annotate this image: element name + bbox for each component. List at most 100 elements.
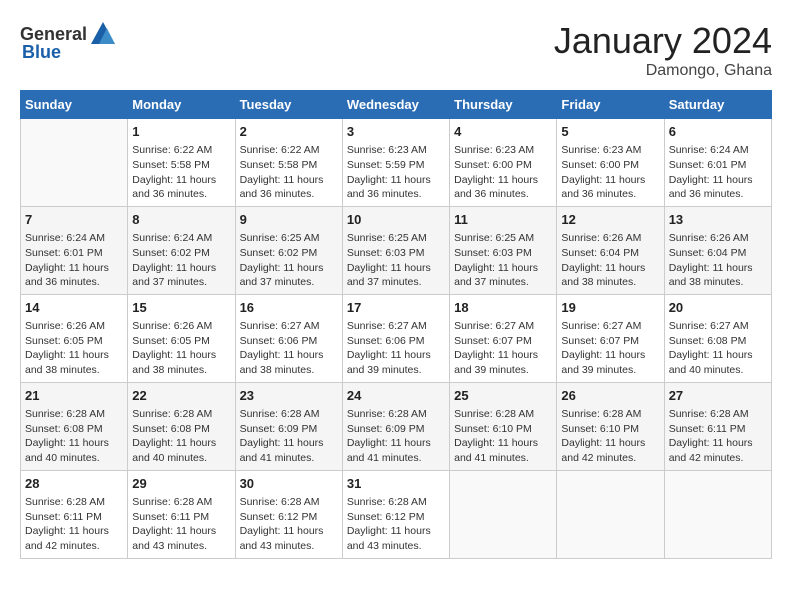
title-block: January 2024 Damongo, Ghana — [554, 20, 772, 80]
day-info: Sunrise: 6:22 AM Sunset: 5:58 PM Dayligh… — [240, 143, 338, 202]
calendar-cell: 13 Sunrise: 6:26 AM Sunset: 6:04 PM Dayli… — [664, 206, 771, 294]
col-header-monday: Monday — [128, 91, 235, 119]
col-header-thursday: Thursday — [450, 91, 557, 119]
day-number: 8 — [132, 211, 230, 229]
day-number: 19 — [561, 299, 659, 317]
calendar-cell: 18 Sunrise: 6:27 AM Sunset: 6:07 PM Dayli… — [450, 294, 557, 382]
day-info: Sunrise: 6:28 AM Sunset: 6:08 PM Dayligh… — [25, 407, 123, 466]
day-number: 9 — [240, 211, 338, 229]
day-number: 31 — [347, 475, 445, 493]
day-info: Sunrise: 6:28 AM Sunset: 6:10 PM Dayligh… — [561, 407, 659, 466]
day-info: Sunrise: 6:26 AM Sunset: 6:05 PM Dayligh… — [25, 319, 123, 378]
location-title: Damongo, Ghana — [554, 62, 772, 80]
day-info: Sunrise: 6:22 AM Sunset: 5:58 PM Dayligh… — [132, 143, 230, 202]
calendar-cell: 1 Sunrise: 6:22 AM Sunset: 5:58 PM Daylig… — [128, 119, 235, 207]
week-row-4: 21 Sunrise: 6:28 AM Sunset: 6:08 PM Dayli… — [21, 382, 772, 470]
calendar-cell: 8 Sunrise: 6:24 AM Sunset: 6:02 PM Daylig… — [128, 206, 235, 294]
day-number: 16 — [240, 299, 338, 317]
day-info: Sunrise: 6:28 AM Sunset: 6:11 PM Dayligh… — [669, 407, 767, 466]
day-info: Sunrise: 6:23 AM Sunset: 5:59 PM Dayligh… — [347, 143, 445, 202]
calendar-cell: 6 Sunrise: 6:24 AM Sunset: 6:01 PM Daylig… — [664, 119, 771, 207]
day-number: 22 — [132, 387, 230, 405]
day-number: 27 — [669, 387, 767, 405]
day-number: 12 — [561, 211, 659, 229]
calendar-cell: 17 Sunrise: 6:27 AM Sunset: 6:06 PM Dayli… — [342, 294, 449, 382]
logo-blue: Blue — [22, 42, 61, 63]
day-number: 13 — [669, 211, 767, 229]
day-info: Sunrise: 6:27 AM Sunset: 6:08 PM Dayligh… — [669, 319, 767, 378]
col-header-sunday: Sunday — [21, 91, 128, 119]
week-row-1: 1 Sunrise: 6:22 AM Sunset: 5:58 PM Daylig… — [21, 119, 772, 207]
calendar-cell: 29 Sunrise: 6:28 AM Sunset: 6:11 PM Dayli… — [128, 470, 235, 558]
calendar-cell: 20 Sunrise: 6:27 AM Sunset: 6:08 PM Dayli… — [664, 294, 771, 382]
day-number: 11 — [454, 211, 552, 229]
calendar-cell: 11 Sunrise: 6:25 AM Sunset: 6:03 PM Dayli… — [450, 206, 557, 294]
calendar-cell: 31 Sunrise: 6:28 AM Sunset: 6:12 PM Dayli… — [342, 470, 449, 558]
calendar-cell: 23 Sunrise: 6:28 AM Sunset: 6:09 PM Dayli… — [235, 382, 342, 470]
day-number: 28 — [25, 475, 123, 493]
day-number: 25 — [454, 387, 552, 405]
logo-icon — [89, 20, 117, 48]
calendar-cell: 10Sunrise: 6:25 AM Sunset: 6:03 PM Dayli… — [342, 206, 449, 294]
day-info: Sunrise: 6:28 AM Sunset: 6:12 PM Dayligh… — [347, 495, 445, 554]
day-number: 23 — [240, 387, 338, 405]
calendar-table: SundayMondayTuesdayWednesdayThursdayFrid… — [20, 90, 772, 559]
day-number: 20 — [669, 299, 767, 317]
day-info: Sunrise: 6:24 AM Sunset: 6:01 PM Dayligh… — [669, 143, 767, 202]
day-number: 29 — [132, 475, 230, 493]
calendar-cell: 12 Sunrise: 6:26 AM Sunset: 6:04 PM Dayli… — [557, 206, 664, 294]
calendar-cell: 16 Sunrise: 6:27 AM Sunset: 6:06 PM Dayli… — [235, 294, 342, 382]
calendar-cell: 30 Sunrise: 6:28 AM Sunset: 6:12 PM Dayli… — [235, 470, 342, 558]
day-number: 18 — [454, 299, 552, 317]
col-header-friday: Friday — [557, 91, 664, 119]
calendar-cell: 7 Sunrise: 6:24 AM Sunset: 6:01 PM Daylig… — [21, 206, 128, 294]
col-header-wednesday: Wednesday — [342, 91, 449, 119]
calendar-cell: 21 Sunrise: 6:28 AM Sunset: 6:08 PM Dayli… — [21, 382, 128, 470]
calendar-cell: 22Sunrise: 6:28 AM Sunset: 6:08 PM Dayli… — [128, 382, 235, 470]
day-info: Sunrise: 6:26 AM Sunset: 6:04 PM Dayligh… — [561, 231, 659, 290]
day-number: 7 — [25, 211, 123, 229]
day-number: 21 — [25, 387, 123, 405]
day-info: Sunrise: 6:27 AM Sunset: 6:06 PM Dayligh… — [347, 319, 445, 378]
calendar-cell — [664, 470, 771, 558]
calendar-cell — [450, 470, 557, 558]
day-info: Sunrise: 6:25 AM Sunset: 6:03 PM Dayligh… — [454, 231, 552, 290]
col-header-tuesday: Tuesday — [235, 91, 342, 119]
day-info: Sunrise: 6:28 AM Sunset: 6:12 PM Dayligh… — [240, 495, 338, 554]
day-info: Sunrise: 6:28 AM Sunset: 6:09 PM Dayligh… — [240, 407, 338, 466]
day-number: 17 — [347, 299, 445, 317]
calendar-cell: 3Sunrise: 6:23 AM Sunset: 5:59 PM Daylig… — [342, 119, 449, 207]
day-info: Sunrise: 6:23 AM Sunset: 6:00 PM Dayligh… — [561, 143, 659, 202]
week-row-5: 28 Sunrise: 6:28 AM Sunset: 6:11 PM Dayli… — [21, 470, 772, 558]
day-info: Sunrise: 6:24 AM Sunset: 6:02 PM Dayligh… — [132, 231, 230, 290]
day-number: 30 — [240, 475, 338, 493]
day-info: Sunrise: 6:25 AM Sunset: 6:03 PM Dayligh… — [347, 231, 445, 290]
week-row-2: 7 Sunrise: 6:24 AM Sunset: 6:01 PM Daylig… — [21, 206, 772, 294]
day-number: 5 — [561, 123, 659, 141]
calendar-cell: 24Sunrise: 6:28 AM Sunset: 6:09 PM Dayli… — [342, 382, 449, 470]
calendar-cell: 2Sunrise: 6:22 AM Sunset: 5:58 PM Daylig… — [235, 119, 342, 207]
col-header-saturday: Saturday — [664, 91, 771, 119]
day-info: Sunrise: 6:28 AM Sunset: 6:09 PM Dayligh… — [347, 407, 445, 466]
day-info: Sunrise: 6:27 AM Sunset: 6:07 PM Dayligh… — [454, 319, 552, 378]
day-info: Sunrise: 6:24 AM Sunset: 6:01 PM Dayligh… — [25, 231, 123, 290]
week-row-3: 14Sunrise: 6:26 AM Sunset: 6:05 PM Dayli… — [21, 294, 772, 382]
calendar-header-row: SundayMondayTuesdayWednesdayThursdayFrid… — [21, 91, 772, 119]
day-number: 1 — [132, 123, 230, 141]
day-number: 26 — [561, 387, 659, 405]
calendar-cell: 15Sunrise: 6:26 AM Sunset: 6:05 PM Dayli… — [128, 294, 235, 382]
month-title: January 2024 — [554, 20, 772, 62]
day-number: 6 — [669, 123, 767, 141]
day-info: Sunrise: 6:27 AM Sunset: 6:07 PM Dayligh… — [561, 319, 659, 378]
calendar-cell: 9Sunrise: 6:25 AM Sunset: 6:02 PM Daylig… — [235, 206, 342, 294]
calendar-cell: 25Sunrise: 6:28 AM Sunset: 6:10 PM Dayli… — [450, 382, 557, 470]
day-info: Sunrise: 6:28 AM Sunset: 6:11 PM Dayligh… — [132, 495, 230, 554]
day-info: Sunrise: 6:26 AM Sunset: 6:05 PM Dayligh… — [132, 319, 230, 378]
calendar-cell — [21, 119, 128, 207]
day-info: Sunrise: 6:26 AM Sunset: 6:04 PM Dayligh… — [669, 231, 767, 290]
logo: General Blue — [20, 20, 117, 63]
calendar-cell: 26 Sunrise: 6:28 AM Sunset: 6:10 PM Dayli… — [557, 382, 664, 470]
day-info: Sunrise: 6:27 AM Sunset: 6:06 PM Dayligh… — [240, 319, 338, 378]
calendar-cell — [557, 470, 664, 558]
calendar-cell: 19 Sunrise: 6:27 AM Sunset: 6:07 PM Dayli… — [557, 294, 664, 382]
